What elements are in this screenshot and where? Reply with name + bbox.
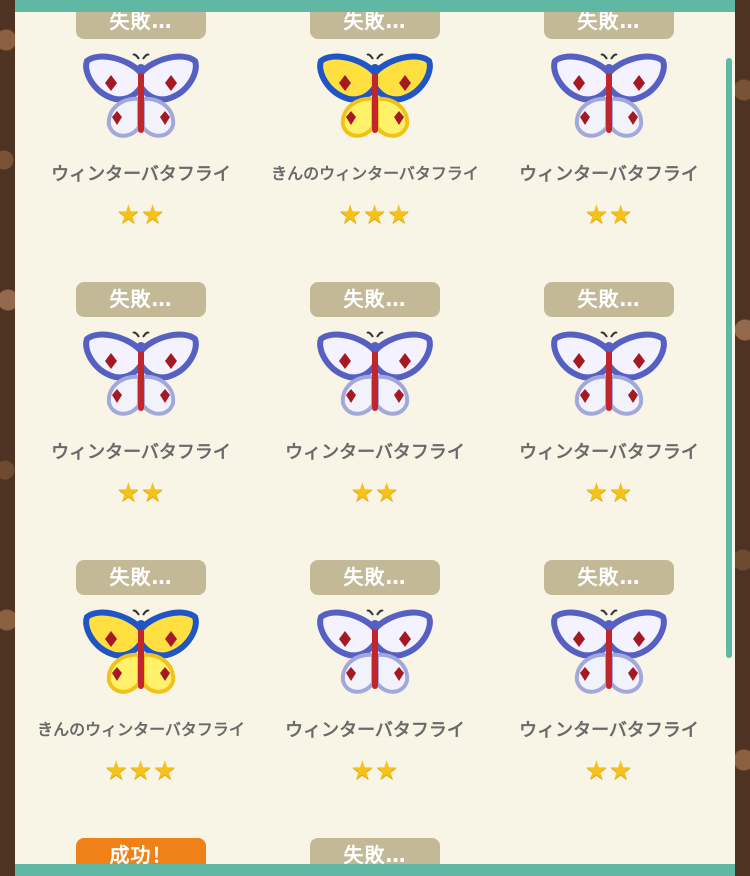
result-card[interactable]: 失敗… ウィンターバタフライ ★★ [249, 278, 483, 786]
fail-badge: 失敗… [544, 560, 674, 595]
result-card[interactable]: 失敗… ウィンターバタフライ ★★ [483, 278, 717, 786]
result-card[interactable]: 失敗… [249, 556, 483, 873]
result-list-panel[interactable]: 失敗… ウィンターバタフライ ★★ 失敗… きんのウィンターバタフライ ★★★ … [15, 0, 735, 876]
result-card[interactable]: 成功！ [15, 556, 249, 873]
item-name: ウィンターバタフライ [519, 720, 699, 741]
star-rating: ★★ [584, 756, 634, 786]
winter-butterfly-icon [551, 609, 667, 694]
result-card[interactable]: 失敗… きんのウィンターバタフライ ★★★ [15, 278, 249, 786]
panel-bottom-border [15, 864, 735, 876]
result-card[interactable]: 失敗… ウィンターバタフライ ★★ [249, 0, 483, 508]
result-card[interactable]: 失敗… ウィンターバタフライ ★★ [15, 0, 249, 508]
panel-top-border [15, 0, 735, 12]
scrollbar[interactable] [726, 58, 732, 658]
result-card[interactable]: 失敗… ウィンターバタフライ ★★ [483, 0, 717, 508]
